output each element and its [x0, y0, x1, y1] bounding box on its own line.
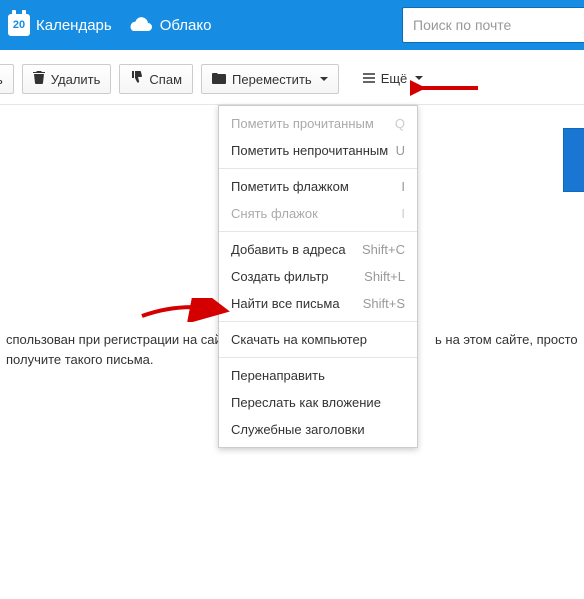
calendar-nav[interactable]: 20 Календарь — [8, 14, 112, 36]
menu-add-address-key: Shift+C — [362, 242, 405, 257]
partial-button[interactable]: ь — [0, 64, 14, 94]
menu-mark-unread-key: U — [396, 143, 405, 158]
list-icon — [363, 71, 375, 86]
menu-headers-label: Служебные заголовки — [231, 422, 365, 437]
menu-mark-read-label: Пометить прочитанным — [231, 116, 374, 131]
menu-redirect-label: Перенаправить — [231, 368, 325, 383]
trash-icon — [33, 71, 45, 87]
partial-button-label: ь — [0, 72, 3, 87]
body-text-fragment: ь на этом сайте, просто — [435, 332, 578, 347]
chevron-down-icon — [415, 76, 423, 80]
menu-separator — [219, 168, 417, 169]
spam-label: Спам — [149, 72, 182, 87]
more-button[interactable]: Ещё — [357, 64, 430, 92]
menu-flag[interactable]: Пометить флажком I — [219, 173, 417, 200]
delete-button[interactable]: Удалить — [22, 64, 112, 94]
menu-download-label: Скачать на компьютер — [231, 332, 367, 347]
menu-separator — [219, 231, 417, 232]
menu-forward-attach[interactable]: Переслать как вложение — [219, 389, 417, 416]
folder-icon — [212, 72, 226, 87]
menu-flag-label: Пометить флажком — [231, 179, 349, 194]
body-text-fragment: спользован при регистрации на сайт — [6, 332, 228, 347]
chevron-down-icon — [320, 77, 328, 81]
menu-create-filter-key: Shift+L — [364, 269, 405, 284]
annotation-arrow-download — [140, 298, 230, 322]
cloud-nav[interactable]: Облако — [128, 16, 212, 34]
side-ad-block — [563, 128, 584, 192]
more-label: Ещё — [381, 71, 408, 86]
menu-separator — [219, 321, 417, 322]
thumbdown-icon — [130, 71, 143, 87]
body-text-fragment: получите такого письма. — [6, 352, 154, 367]
menu-create-filter-label: Создать фильтр — [231, 269, 329, 284]
cloud-label: Облако — [160, 17, 212, 34]
menu-find-all-key: Shift+S — [363, 296, 405, 311]
menu-download[interactable]: Скачать на компьютер — [219, 326, 417, 353]
spam-button[interactable]: Спам — [119, 64, 193, 94]
top-nav-bar: 20 Календарь Облако — [0, 0, 584, 50]
move-label: Переместить — [232, 72, 312, 87]
toolbar: ь Удалить Спам Переместить Ещё — [0, 50, 584, 105]
menu-find-all[interactable]: Найти все письма Shift+S — [219, 290, 417, 317]
menu-headers[interactable]: Служебные заголовки — [219, 416, 417, 443]
menu-unflag-label: Снять флажок — [231, 206, 318, 221]
calendar-icon: 20 — [8, 14, 30, 36]
menu-add-address[interactable]: Добавить в адреса Shift+C — [219, 236, 417, 263]
menu-redirect[interactable]: Перенаправить — [219, 362, 417, 389]
delete-label: Удалить — [51, 72, 101, 87]
menu-unflag-key: I — [401, 206, 405, 221]
move-button[interactable]: Переместить — [201, 64, 339, 94]
calendar-label: Календарь — [36, 17, 112, 34]
menu-mark-unread-label: Пометить непрочитанным — [231, 143, 388, 158]
menu-mark-read: Пометить прочитанным Q — [219, 110, 417, 137]
more-dropdown: Пометить прочитанным Q Пометить непрочит… — [218, 105, 418, 448]
search-input[interactable] — [411, 16, 576, 34]
search-box[interactable] — [402, 7, 584, 43]
menu-unflag: Снять флажок I — [219, 200, 417, 227]
menu-mark-unread[interactable]: Пометить непрочитанным U — [219, 137, 417, 164]
menu-flag-key: I — [401, 179, 405, 194]
menu-separator — [219, 357, 417, 358]
menu-find-all-label: Найти все письма — [231, 296, 340, 311]
menu-mark-read-key: Q — [395, 116, 405, 131]
menu-forward-attach-label: Переслать как вложение — [231, 395, 381, 410]
menu-create-filter[interactable]: Создать фильтр Shift+L — [219, 263, 417, 290]
cloud-icon — [128, 16, 154, 34]
menu-add-address-label: Добавить в адреса — [231, 242, 346, 257]
